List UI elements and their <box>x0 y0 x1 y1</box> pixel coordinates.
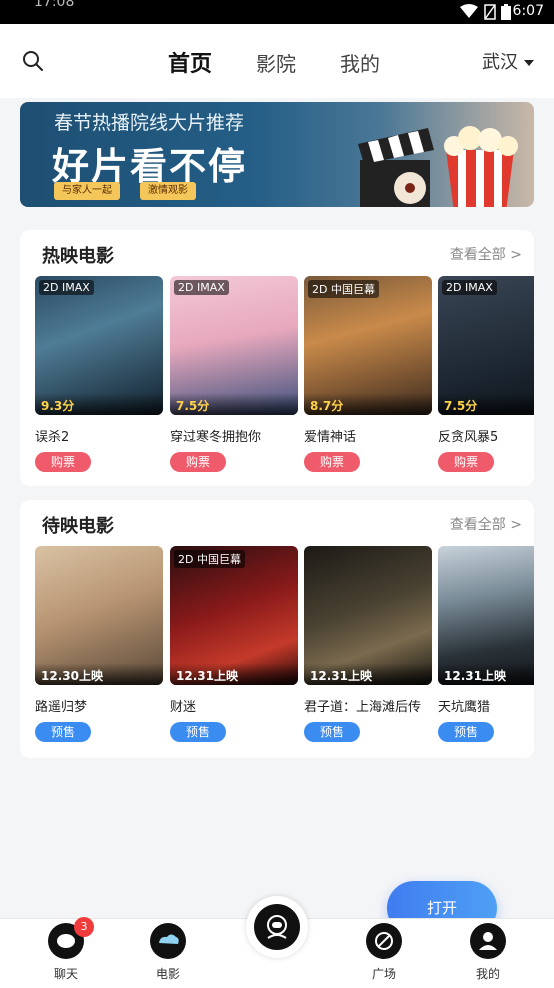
release-date: 12.31上映 <box>304 663 432 685</box>
format-badge: 2D IMAX <box>174 280 229 295</box>
view-all-link[interactable]: 查看全部 > <box>450 514 522 534</box>
nav-label: 我的 <box>475 967 500 981</box>
coming-soon-section: 待映电影 查看全部 > 12.30上映 路遥归梦 预售 2D 中国巨幕 12.3… <box>20 500 534 758</box>
nav-item-movie[interactable]: 电影 <box>138 923 198 982</box>
movie-title: 财迷 <box>170 700 197 715</box>
movie-title: 误杀2 <box>35 430 70 445</box>
movie-poster[interactable]: 2D 中国巨幕 12.31上映 <box>170 546 298 685</box>
movie-poster[interactable]: 12.31上映 <box>438 546 534 685</box>
movie-title: 反贪风暴5 <box>438 430 499 445</box>
clapperboard-popcorn-illustration <box>358 126 518 207</box>
presale-button[interactable]: 预售 <box>438 722 494 742</box>
city-label: 武汉 <box>482 52 518 73</box>
nav-item-chat[interactable]: 3 聊天 <box>36 917 96 982</box>
movie-poster[interactable]: 12.30上映 <box>35 546 163 685</box>
nav-item-square[interactable]: 广场 <box>354 923 414 982</box>
top-nav: 首页 影院 我的 武汉 <box>0 24 554 98</box>
banner-subtitle: 春节热播院线大片推荐 <box>54 112 245 134</box>
nav-label: 聊天 <box>53 967 78 981</box>
presale-button[interactable]: 预售 <box>170 722 226 742</box>
movie-poster[interactable]: 2D 中国巨幕 8.7分 <box>304 276 432 415</box>
movie-score: 7.5分 <box>438 393 534 415</box>
tab-mine[interactable]: 我的 <box>340 48 380 77</box>
format-badge: 2D 中国巨幕 <box>174 550 245 568</box>
battery-icon <box>501 4 511 24</box>
release-date: 12.30上映 <box>35 663 163 685</box>
chevron-down-icon <box>524 60 534 66</box>
unread-badge: 3 <box>74 917 94 937</box>
search-icon[interactable] <box>22 50 44 72</box>
nav-item-mine[interactable]: 我的 <box>458 923 518 982</box>
promo-banner[interactable]: 春节热播院线大片推荐 好片看不停 与家人一起 激情观影 <box>20 102 534 207</box>
buy-ticket-button[interactable]: 购票 <box>170 452 226 472</box>
movie-title: 爱情神话 <box>304 430 357 445</box>
movie-poster[interactable]: 2D IMAX 9.3分 <box>35 276 163 415</box>
tab-cinema[interactable]: 影院 <box>256 48 296 77</box>
format-badge: 2D 中国巨幕 <box>308 280 379 298</box>
nav-label: 电影 <box>155 967 180 981</box>
astronaut-icon <box>254 904 300 950</box>
no-sim-icon <box>484 4 496 24</box>
movie-title: 穿过寒冬拥抱你 <box>170 430 262 445</box>
city-selector[interactable]: 武汉 <box>482 48 534 74</box>
movie-score: 9.3分 <box>35 393 163 415</box>
movie-card[interactable]: 12.31上映 天坑鹰猎 预售 <box>438 546 534 746</box>
movie-title: 君子道：上海滩后传 <box>304 700 422 715</box>
buy-ticket-button[interactable]: 购票 <box>438 452 494 472</box>
buy-ticket-button[interactable]: 购票 <box>304 452 360 472</box>
chat-icon: 3 <box>48 917 94 959</box>
buy-ticket-button[interactable]: 购票 <box>35 452 91 472</box>
status-bar: 17:08 6:07 <box>0 0 554 24</box>
tab-home[interactable]: 首页 <box>168 46 212 78</box>
square-icon <box>366 923 402 959</box>
status-time-partial: 17:08 <box>34 0 75 10</box>
presale-button[interactable]: 预售 <box>35 722 91 742</box>
movie-card[interactable]: 2D IMAX 7.5分 反贪风暴5 购票 <box>438 276 534 476</box>
wifi-icon <box>460 4 478 22</box>
movie-icon <box>150 923 186 959</box>
now-showing-section: 热映电影 查看全部 > 2D IMAX 9.3分 误杀2 购票 2D IMAX … <box>20 230 534 486</box>
movie-poster[interactable]: 2D IMAX 7.5分 <box>438 276 534 415</box>
section-title: 热映电影 <box>42 246 114 267</box>
status-time: 6:07 <box>512 3 544 19</box>
banner-tag: 激情观影 <box>140 182 196 200</box>
banner-tag: 与家人一起 <box>54 182 120 200</box>
section-title: 待映电影 <box>42 516 114 537</box>
nav-label: 广场 <box>371 967 396 981</box>
movie-poster[interactable]: 12.31上映 <box>304 546 432 685</box>
format-badge: 2D IMAX <box>39 280 94 295</box>
center-action-button[interactable] <box>246 896 308 958</box>
user-icon <box>470 923 506 959</box>
movie-title: 天坑鹰猎 <box>438 700 491 715</box>
view-all-link[interactable]: 查看全部 > <box>450 244 522 264</box>
movie-score: 7.5分 <box>170 393 298 415</box>
movie-poster[interactable]: 2D IMAX 7.5分 <box>170 276 298 415</box>
release-date: 12.31上映 <box>170 663 298 685</box>
format-badge: 2D IMAX <box>442 280 497 295</box>
movie-title: 路遥归梦 <box>35 700 88 715</box>
presale-button[interactable]: 预售 <box>304 722 360 742</box>
movie-score: 8.7分 <box>304 393 432 415</box>
release-date: 12.31上映 <box>438 663 534 685</box>
